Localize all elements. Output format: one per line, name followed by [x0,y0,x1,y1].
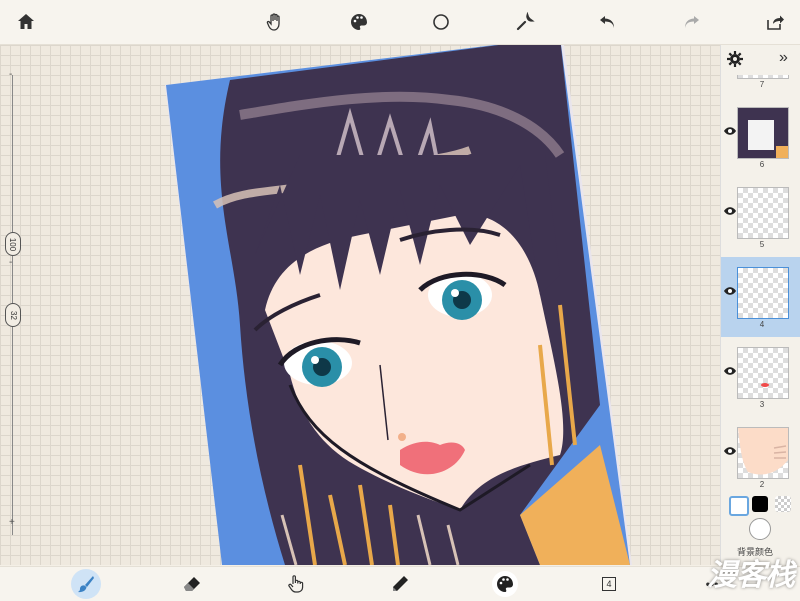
layer-number: 4 [759,320,765,329]
gear-icon[interactable] [727,51,743,67]
top-toolbar [0,0,800,45]
layer-number: 2 [759,480,765,489]
color-picker-button[interactable] [492,571,518,597]
rail-minus-mid: - [9,257,13,268]
layer-count-badge: 4 [602,577,616,591]
palette-icon [497,576,513,592]
layer-number: 5 [759,240,765,249]
transparent-color-swatch[interactable] [775,496,791,512]
layer-row-6[interactable]: 6 [721,97,800,177]
share-icon [767,15,784,30]
hand-icon [266,13,280,31]
layers-panel-header: » [721,45,800,75]
layer-thumbnail[interactable] [737,347,789,399]
layer-row-4[interactable]: 4 [721,257,800,337]
layer-thumbnail[interactable] [737,107,789,159]
eye-icon[interactable] [723,285,737,297]
eye-icon[interactable] [723,445,737,457]
pencil-icon [393,576,408,591]
circle-icon [433,14,449,30]
shape-circle-button[interactable] [429,10,453,34]
hand-tool-button[interactable] [284,572,308,596]
opacity-value: 32 [8,310,18,320]
pencil-tool-button[interactable] [388,572,412,596]
artwork-thumbnail-image [738,108,788,158]
primary-color-swatch[interactable] [729,496,749,516]
layer-number: 7 [759,80,765,89]
undo-button[interactable] [596,10,620,34]
eye-icon[interactable] [723,125,737,137]
bottom-toolbar: 4 ••• [0,566,800,601]
layer-row-2[interactable]: 2 [721,417,800,490]
skin-thumbnail-image [738,428,788,475]
layer-thumbnail[interactable] [737,267,789,319]
layer-row-5[interactable]: 5 [721,177,800,257]
layers-panel: 7 6 5 4 3 2 » [720,45,800,490]
undo-icon [600,16,614,28]
left-slider-rail: - 100 - 32 + » [0,45,24,601]
layer-number: 3 [759,400,765,409]
pan-hand-button[interactable] [263,10,287,34]
rail-plus: + [9,517,15,528]
background-color-button[interactable] [749,518,771,540]
opacity-slider[interactable]: 32 [5,303,21,327]
eye-icon[interactable] [723,205,737,217]
watermark-logo: 漫客栈 [707,559,795,592]
drawing-workspace[interactable] [0,45,720,565]
redo-icon [685,16,699,28]
pointer-hand-icon [288,575,304,593]
color-palette-button[interactable] [347,10,371,34]
redo-button[interactable] [679,10,703,34]
eraser-icon [184,577,200,591]
layer-thumbnail[interactable] [737,187,789,239]
secondary-color-swatch[interactable] [752,496,768,512]
brush-size-value: 100 [8,237,18,251]
settings-wrench-button[interactable] [513,10,537,34]
collapse-panel-button[interactable]: » [779,49,788,67]
wrench-icon [516,12,535,31]
brush-size-slider[interactable]: 100 [5,232,21,256]
brush-tool-button[interactable] [71,569,101,599]
layer-number: 6 [759,160,765,169]
home-icon [18,14,34,29]
layer-thumbnail[interactable] [737,427,789,479]
layer-row-3[interactable]: 3 [721,337,800,417]
share-export-button[interactable] [763,10,787,34]
eye-icon[interactable] [723,365,737,377]
brush-icon [78,576,94,593]
home-button[interactable] [14,10,38,34]
lips-thumbnail-image [761,383,769,387]
eraser-tool-button[interactable] [180,572,204,596]
artwork-canvas[interactable] [0,45,720,565]
layers-button[interactable]: 4 [597,572,621,596]
palette-icon [351,14,367,30]
